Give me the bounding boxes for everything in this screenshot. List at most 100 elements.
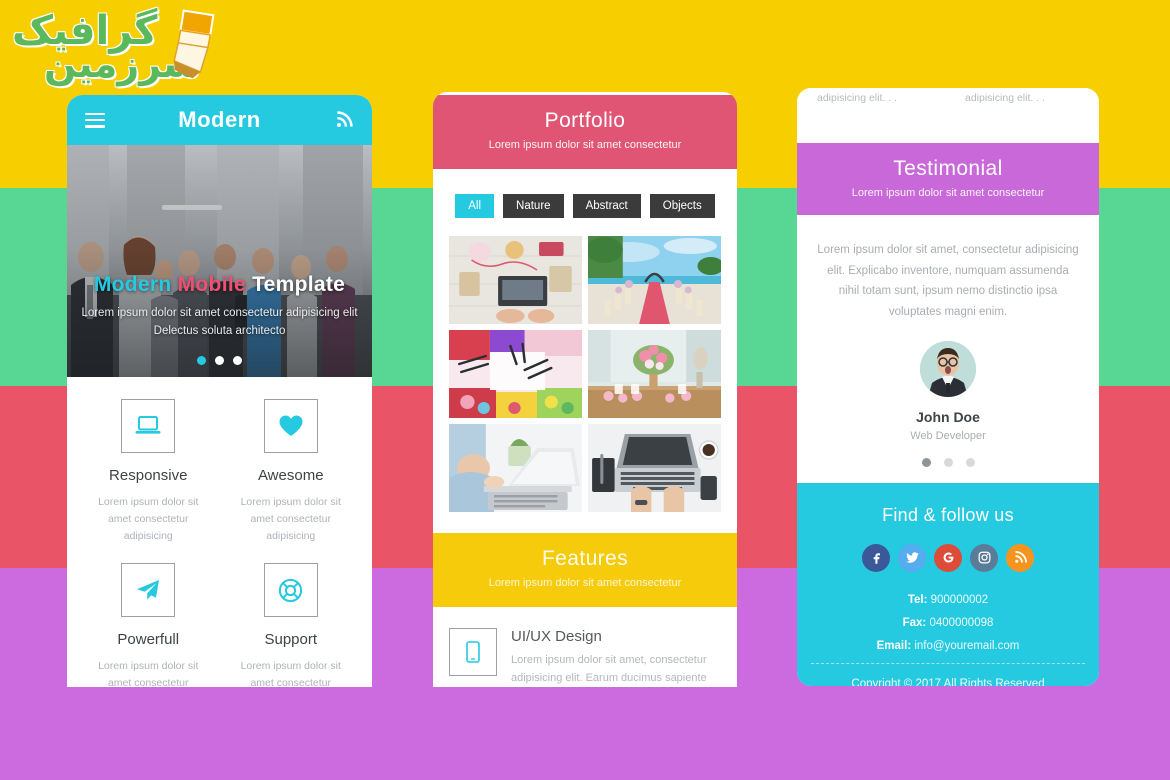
- testimonial-author-role: Web Developer: [910, 429, 986, 442]
- feature-card-powerfull[interactable]: Powerfull Lorem ipsum dolor sit amet con…: [77, 563, 220, 687]
- paper-plane-icon: [137, 580, 160, 600]
- features-section-header: Features Lorem ipsum dolor sit amet cons…: [433, 530, 737, 610]
- testimonial-subtitle: Lorem ipsum dolor sit amet consectetur: [851, 187, 1045, 199]
- feature-item-text: UI/UX Design Lorem ipsum dolor sit amet,…: [511, 628, 721, 687]
- feature-title: Awesome: [257, 467, 324, 484]
- contact-tel: Tel: 900000002: [797, 594, 1099, 606]
- hamburger-menu-icon[interactable]: [85, 112, 105, 128]
- carousel-dots: [67, 356, 372, 365]
- lifebuoy-icon: [279, 578, 303, 602]
- google-plus-icon[interactable]: [934, 543, 962, 572]
- portfolio-thumb-laptop-hands-overhead[interactable]: [588, 424, 721, 512]
- contact-tel-label: Tel:: [907, 593, 928, 606]
- contact-fax-value: 0400000098: [929, 616, 994, 629]
- man-in-suit-avatar: [920, 340, 976, 397]
- footer-heading: Find & follow us: [882, 504, 1014, 525]
- text-fragment-left: adipisicing elit. . .: [817, 92, 897, 104]
- facebook-icon[interactable]: [862, 543, 890, 572]
- filter-button-objects[interactable]: Objects: [649, 194, 715, 218]
- feature-card-responsive[interactable]: Responsive Lorem ipsum dolor sit amet co…: [77, 399, 220, 563]
- carousel-dot-2[interactable]: [215, 356, 224, 365]
- testimonial-section-header: Testimonial Lorem ipsum dolor sit amet c…: [797, 140, 1099, 218]
- avatar: [920, 340, 976, 397]
- portfolio-thumb-art-supplies[interactable]: [449, 330, 582, 418]
- hero-text-block: Modern Mobile Template Lorem ipsum dolor…: [67, 273, 372, 341]
- hero-overlay: [67, 145, 372, 377]
- testimonial-dot-3[interactable]: [965, 457, 975, 467]
- feature-desc: Lorem ipsum dolor sit amet consectetur a…: [98, 496, 199, 542]
- portfolio-thumb-person-laptop[interactable]: [449, 424, 582, 512]
- testimonial-carousel-dots: [817, 457, 1079, 467]
- feature-title: Support: [264, 631, 318, 648]
- feature-card-support[interactable]: Support Lorem ipsum dolor sit amet conse…: [220, 563, 363, 687]
- app-header: Modern: [67, 95, 372, 145]
- footer: Find & follow us Tel: 900000002 Fax: 040…: [797, 482, 1099, 686]
- hero-heading-word2: Mobile: [177, 273, 246, 297]
- portfolio-filter-bar: All Nature Abstract Objects: [433, 172, 737, 236]
- testimonial-author-name: John Doe: [916, 408, 980, 425]
- feature-card-awesome[interactable]: Awesome Lorem ipsum dolor sit amet conse…: [220, 399, 363, 563]
- mobile-phone-icon: [466, 641, 480, 663]
- text-fragment-right: adipisicing elit. . .: [965, 92, 1045, 104]
- filter-button-abstract[interactable]: Abstract: [572, 194, 641, 218]
- feature-list-item-uiux[interactable]: UI/UX Design Lorem ipsum dolor sit amet,…: [433, 610, 737, 687]
- carousel-dot-1[interactable]: [197, 356, 206, 365]
- phone-mockup-3: adipisicing elit. . . adipisicing elit. …: [797, 88, 1099, 686]
- feature-item-desc: Lorem ipsum dolor sit amet, consectetur …: [511, 654, 707, 684]
- feature-desc: Lorem ipsum dolor sit amet consectetur a…: [98, 660, 199, 687]
- portfolio-subtitle: Lorem ipsum dolor sit amet consectetur: [488, 139, 682, 151]
- hero-carousel: Modern Mobile Template Lorem ipsum dolor…: [67, 145, 372, 377]
- portfolio-title: Portfolio: [544, 109, 626, 132]
- copyright-text: Copyright © 2017 All Rights Reserved: [851, 677, 1045, 686]
- feature-item-icon-box: [449, 628, 497, 676]
- testimonial-dot-1[interactable]: [921, 457, 931, 467]
- feature-item-title: UI/UX Design: [511, 628, 602, 645]
- testimonial-quote: Lorem ipsum dolor sit amet, consectetur …: [817, 244, 1079, 319]
- testimonial-title: Testimonial: [893, 157, 1003, 180]
- hero-heading-word1: Modern: [93, 273, 172, 297]
- app-title: Modern: [178, 107, 261, 132]
- portfolio-thumb-floral-dessert-table[interactable]: [588, 330, 721, 418]
- feature-title: Powerfull: [117, 631, 180, 648]
- portfolio-thumb-beach-wedding[interactable]: [588, 236, 721, 324]
- heart-icon: [279, 415, 303, 436]
- feature-icon-box: [121, 399, 176, 453]
- hero-subtitle-line1: Lorem ipsum dolor sit amet consectetur a…: [81, 307, 358, 320]
- contact-tel-value: 900000002: [930, 593, 989, 606]
- testimonial-dot-2[interactable]: [943, 457, 953, 467]
- features-row-1: Responsive Lorem ipsum dolor sit amet co…: [77, 399, 362, 563]
- carousel-dot-3[interactable]: [233, 356, 242, 365]
- laptop-icon: [135, 416, 161, 434]
- hero-heading-word3: Template: [252, 273, 346, 297]
- features-row-2: Powerfull Lorem ipsum dolor sit amet con…: [77, 563, 362, 687]
- instagram-icon[interactable]: [970, 543, 998, 572]
- phone-mockup-2: Portfolio Lorem ipsum dolor sit amet con…: [433, 92, 737, 687]
- features-grid: Responsive Lorem ipsum dolor sit amet co…: [67, 377, 372, 687]
- testimonial-body: Lorem ipsum dolor sit amet, consectetur …: [797, 218, 1099, 483]
- contact-email: Email: info@youremail.com: [797, 640, 1099, 652]
- phone-mockup-1: Modern Modern Mobile Template Lorem ipsu…: [67, 95, 372, 687]
- features-title: Features: [541, 547, 629, 570]
- contact-email-value[interactable]: info@youremail.com: [914, 640, 1019, 652]
- portfolio-section-header: Portfolio Lorem ipsum dolor sit amet con…: [433, 92, 737, 172]
- hero-heading: Modern Mobile Template: [79, 273, 360, 297]
- contact-email-label: Email:: [876, 639, 912, 652]
- contact-fax-label: Fax:: [902, 616, 927, 629]
- feature-icon-box: [263, 563, 318, 617]
- portfolio-grid: [433, 236, 737, 530]
- feature-title: Responsive: [109, 467, 188, 484]
- social-links: [797, 543, 1099, 572]
- portfolio-thumb-desk-flatlay[interactable]: [449, 236, 582, 324]
- feature-icon-box: [263, 399, 318, 453]
- rss-feed-icon[interactable]: [334, 110, 354, 130]
- feature-desc: Lorem ipsum dolor sit amet consectetur a…: [240, 496, 341, 542]
- filter-button-nature[interactable]: Nature: [503, 194, 564, 218]
- twitter-icon[interactable]: [898, 543, 926, 572]
- features-subtitle: Lorem ipsum dolor sit amet consectetur: [488, 577, 682, 589]
- contact-fax: Fax: 0400000098: [797, 617, 1099, 629]
- filter-button-all[interactable]: All: [455, 194, 495, 218]
- hero-subtitle-line2: Delectus soluta architecto: [153, 325, 286, 338]
- truncated-previous-section: adipisicing elit. . . adipisicing elit. …: [797, 88, 1099, 140]
- rss-icon[interactable]: [1006, 543, 1034, 572]
- feature-desc: Lorem ipsum dolor sit amet consectetur a…: [240, 660, 341, 687]
